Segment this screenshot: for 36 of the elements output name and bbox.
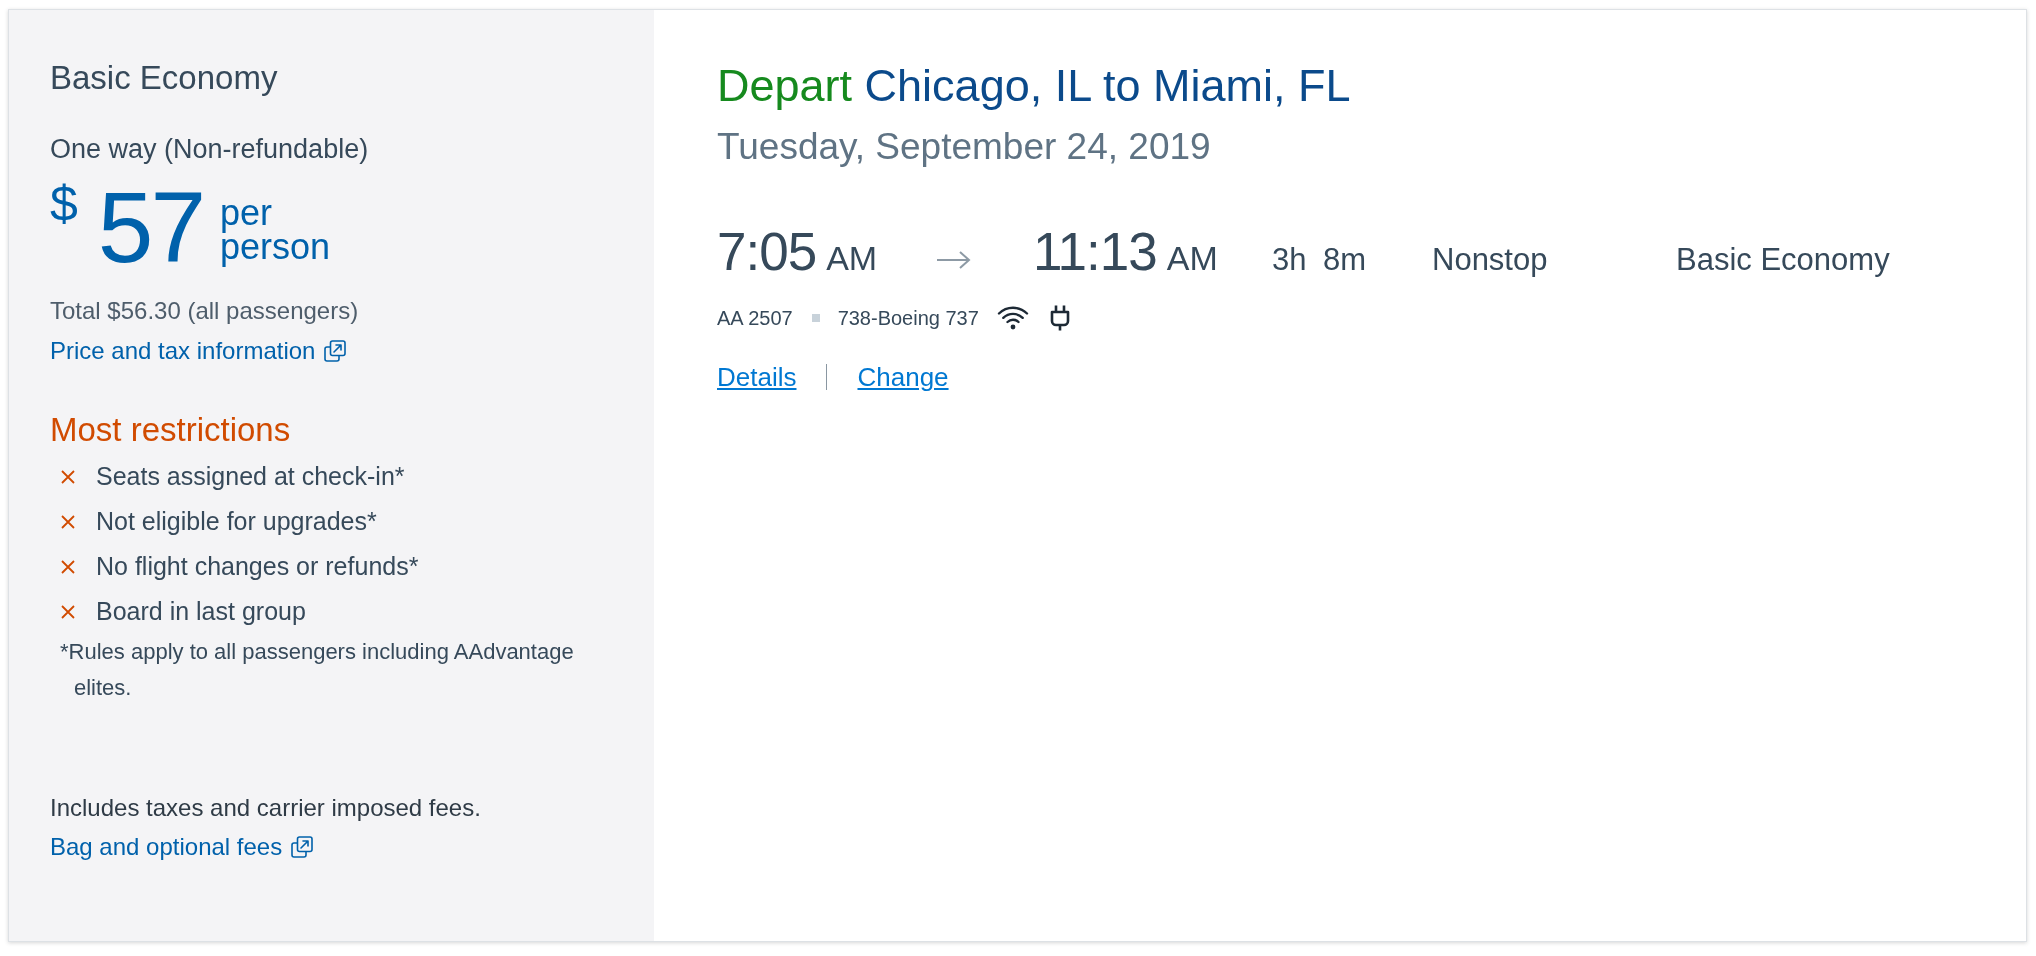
external-link-icon — [324, 340, 347, 362]
total-price-text: Total $56.30 (all passengers) — [50, 297, 360, 325]
wifi-icon — [996, 306, 1029, 330]
fare-title: Basic Economy — [50, 58, 279, 98]
cross-icon — [61, 469, 75, 484]
restriction-text: Not eligible for upgrades* — [96, 507, 377, 536]
aircraft-text: 738-Boeing 737 — [837, 306, 979, 331]
flight-heading: Depart Chicago, IL to Miami, FL — [717, 61, 1352, 111]
price-amount: 57 — [97, 177, 204, 277]
flight-number: AA 2507 — [717, 306, 793, 331]
arrival-period: AM — [1166, 239, 1218, 278]
departure-period: AM — [826, 239, 878, 278]
cabin-text: Basic Economy — [1676, 242, 1891, 278]
cross-icon — [61, 604, 75, 619]
separator-icon — [811, 314, 820, 322]
arrival-time: 11:13 — [1033, 222, 1157, 282]
arrow-icon — [936, 250, 972, 270]
external-link-icon — [291, 836, 314, 858]
stops-text: Nonstop — [1432, 242, 1549, 278]
details-link[interactable]: Details — [717, 361, 797, 393]
restriction-text: Seats assigned at check-in* — [96, 462, 405, 491]
fees-note: Includes taxes and carrier imposed fees. — [50, 794, 482, 822]
restrictions-title: Most restrictions — [50, 411, 292, 449]
cross-icon — [61, 559, 75, 574]
rules-footnote: *Rules apply to all passengers including AAdvantage elites. — [60, 638, 575, 702]
restriction-text: Board in last group — [96, 597, 306, 626]
cross-icon — [61, 514, 75, 529]
trip-type-label: One way (Non-refundable) — [50, 133, 370, 165]
departure-time: 7:05 — [717, 222, 817, 282]
bag-fees-link[interactable]: Bag and optional fees — [50, 833, 314, 861]
price-tax-link[interactable]: Price and tax information — [50, 337, 347, 365]
restriction-text: No flight changes or refunds* — [96, 552, 419, 581]
change-link[interactable]: Change — [857, 361, 949, 393]
flight-date: Tuesday, September 24, 2019 — [717, 125, 1212, 169]
duration-text: 3h 8m — [1272, 242, 1368, 278]
currency-symbol: $ — [50, 179, 78, 229]
